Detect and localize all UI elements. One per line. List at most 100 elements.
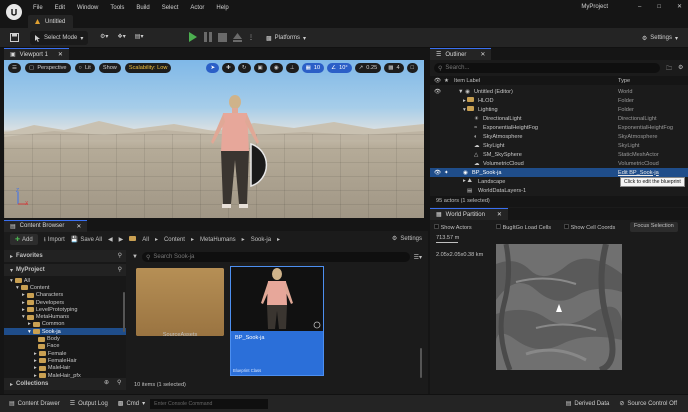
grid-snap-button[interactable]: ▦ 10 (301, 63, 325, 73)
outliner-row[interactable]: ☀ DirectionalLight DirectionalLight (430, 114, 688, 123)
content-drawer-button[interactable]: ▤ Content Drawer (4, 397, 65, 411)
platforms-button[interactable]: ▩ Platforms ▾ (262, 31, 310, 45)
search-icon[interactable]: ⚲ (118, 266, 122, 273)
more-options-icon[interactable]: ⋮ (248, 34, 254, 41)
stop-icon[interactable] (218, 32, 227, 42)
close-icon[interactable]: ✕ (677, 3, 682, 10)
menu-tools[interactable]: Tools (110, 5, 124, 11)
pin-icon[interactable]: ✦ (444, 170, 449, 176)
tree-folder-developers[interactable]: ▸ Developers (4, 299, 126, 306)
console-command-input[interactable]: Enter Console Command (150, 398, 269, 409)
menu-select[interactable]: Select (162, 5, 179, 11)
content-browser-settings-button[interactable]: ⚙ Settings (392, 235, 422, 243)
menu-file[interactable]: File (33, 5, 43, 11)
tree-folder-femalehair[interactable]: ▸ FemaleHair (4, 357, 126, 364)
level-tab[interactable]: Untitled (28, 15, 74, 28)
tree-folder-metahumans[interactable]: ▾ MetaHumans (4, 313, 126, 320)
menu-window[interactable]: Window (77, 5, 98, 11)
tree-folder-face[interactable]: Face (4, 343, 126, 350)
asset-tile-bp-sook-ja-selected[interactable]: BP_Sook-ja Blueprint Class (230, 266, 324, 376)
outliner-row[interactable]: △ SM_SkySphere StaticMeshActor (430, 150, 688, 159)
lit-button[interactable]: ○ Lit (74, 63, 95, 73)
outliner-row[interactable]: ▤ WorldDataLayers-1 (430, 186, 688, 195)
folder-icon[interactable] (129, 236, 137, 243)
viewport-options-button[interactable]: ☰ (8, 63, 22, 73)
outliner-row[interactable]: ▸ HLOD Folder (430, 96, 688, 105)
outliner-row[interactable]: ☁ SkyLight SkyLight (430, 141, 688, 150)
menu-help[interactable]: Help (216, 5, 228, 11)
edit-blueprint-link[interactable]: Edit BP_Sook-ja (618, 170, 659, 176)
camera-speed-button[interactable]: ▩ 4 (384, 63, 404, 73)
scale-snap-button[interactable]: ↗ 0.25 (354, 63, 382, 73)
cmd-dropdown[interactable]: ▩ Cmd ▾ (113, 397, 150, 411)
type-header[interactable]: Type (618, 78, 630, 84)
item-label-header[interactable]: Item Label (454, 78, 480, 84)
close-icon[interactable]: ✕ (497, 211, 502, 218)
asset-tile-sourceassets[interactable] (136, 268, 224, 336)
breadcrumb-content[interactable]: Content (164, 237, 185, 243)
tree-folder-body[interactable]: Body (4, 335, 126, 342)
gear-icon[interactable]: ⚙ (678, 64, 683, 71)
outliner-row[interactable]: ◐ SkyAtmosphere SkyAtmosphere (430, 132, 688, 141)
play-icon[interactable] (188, 32, 198, 42)
back-icon[interactable]: ◀ (108, 236, 113, 243)
show-button[interactable]: Show (98, 63, 121, 73)
derived-data-button[interactable]: ▤ Derived Data (561, 397, 615, 411)
eject-icon[interactable] (233, 32, 242, 42)
blueprint-icon[interactable]: ❖▾ (117, 33, 125, 40)
save-all-button[interactable]: 💾 Save All (71, 236, 102, 244)
forward-icon[interactable]: ▶ (119, 236, 124, 243)
minimize-icon[interactable]: – (638, 4, 641, 10)
tree-folder-characters[interactable]: ▸ Characters (4, 292, 126, 299)
viewport-tab[interactable]: ▣ Viewport 1 ✕ (4, 48, 69, 60)
outliner-row[interactable]: 👁 ▼ ◉ Untitled (Editor) World (430, 87, 688, 96)
scale-tool-icon[interactable]: ▣ (253, 63, 267, 73)
show-actors-toggle[interactable]: Show Actors (434, 224, 472, 231)
tree-folder-common[interactable]: ▸ Common (4, 321, 126, 328)
focus-selection-button[interactable]: Focus Selection (630, 222, 678, 232)
menu-build[interactable]: Build (136, 5, 149, 11)
cinematics-icon[interactable]: ▤▾ (135, 33, 144, 40)
outliner-row[interactable]: ▾ Lighting Folder (430, 105, 688, 114)
tree-folder-content[interactable]: ▾ Content (4, 284, 126, 291)
breadcrumb-metahumans[interactable]: MetaHumans (200, 237, 236, 243)
tree-scrollbar[interactable] (123, 292, 125, 332)
scalability-button[interactable]: Scalability: Low (124, 63, 172, 73)
import-button[interactable]: ⭳ Import (44, 235, 65, 245)
select-mode-button[interactable]: Select Mode ▾ (30, 31, 88, 45)
translate-tool-icon[interactable]: ✚ (222, 63, 235, 73)
add-button[interactable]: ✚ Add (10, 234, 38, 245)
outliner-row[interactable]: ☁ VolumetricCloud VolumetricCloud (430, 159, 688, 168)
menu-actor[interactable]: Actor (190, 5, 204, 11)
favorites-section[interactable]: ▸ Favorites (4, 250, 126, 262)
unreal-logo-icon[interactable] (6, 4, 22, 20)
select-tool-icon[interactable]: ➤ (206, 63, 220, 73)
breadcrumb-sook-ja[interactable]: Sook-ja (251, 237, 271, 243)
project-section[interactable]: ▾ MyProject (4, 264, 126, 276)
output-log-button[interactable]: ☰ Output Log (65, 397, 113, 411)
outliner-search-box[interactable]: ⚲ Search... (434, 63, 660, 73)
world-partition-minimap[interactable] (496, 244, 622, 370)
show-cell-coords-checkbox[interactable]: Show Cell Coords (564, 224, 615, 231)
add-collection-icon[interactable]: ⊕ (104, 379, 109, 386)
world-partition-tab[interactable]: ▦ World Partition ✕ (430, 208, 508, 220)
maximize-icon[interactable]: □ (657, 4, 661, 10)
toolbar-settings-button[interactable]: ⚙ Settings ▾ (638, 31, 682, 45)
save-icon[interactable] (10, 33, 19, 42)
close-icon[interactable]: ✕ (58, 51, 63, 58)
tree-folder-female[interactable]: ▸ Female (4, 350, 126, 357)
filter-options-icon[interactable]: ☰▾ (414, 254, 422, 261)
tree-folder-sook-ja-selected[interactable]: ▾ Sook-ja (4, 328, 126, 336)
pause-icon[interactable] (204, 32, 212, 42)
tree-folder-malehair[interactable]: ▸ MaleHair (4, 365, 126, 372)
bugitgo-checkbox[interactable]: BugItGo Load Cells (496, 224, 551, 231)
outliner-row-selected[interactable]: 👁 ✦ ◉ BP_Sook-ja Edit BP_Sook-ja (430, 168, 688, 177)
add-actor-icon[interactable]: ⚙▾ (100, 33, 108, 40)
asset-scrollbar[interactable] (420, 348, 422, 378)
search-icon[interactable]: ⚲ (117, 379, 121, 386)
close-icon[interactable]: ✕ (480, 51, 485, 58)
asset-search-box[interactable]: ⚲ Search Sook-ja (141, 252, 410, 262)
filter-icon[interactable]: ▼ (132, 254, 138, 260)
level-viewport[interactable]: ☰ ▢ Perspective ○ Lit Show Scalability: … (4, 60, 424, 218)
menu-edit[interactable]: Edit (55, 5, 65, 11)
